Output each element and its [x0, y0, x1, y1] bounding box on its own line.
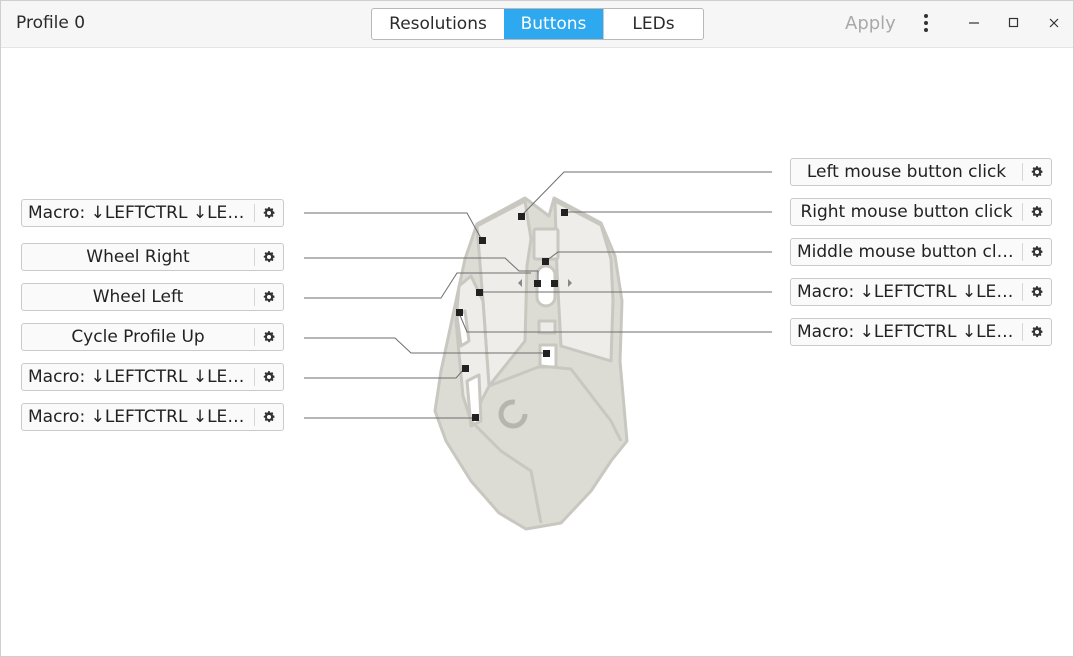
- button-mapping-left-1: Macro: ↓LEFTCTRL ↓LEFTALT: [21, 199, 284, 227]
- button-mapping-right-1: Left mouse button click: [790, 158, 1052, 186]
- button-mapping-left-2: Wheel Right: [21, 243, 284, 271]
- button-mapping-right-4: Macro: ↓LEFTCTRL ↓LEFTALT: [790, 278, 1052, 306]
- button-mapping-right-2: Right mouse button click: [790, 198, 1052, 226]
- button-mapping-right-5: Macro: ↓LEFTCTRL ↓LEFTALT: [790, 318, 1052, 346]
- button-mapping-left-3: Wheel Left: [21, 283, 284, 311]
- mapping-label[interactable]: Macro: ↓LEFTCTRL ↓LEFTALT: [22, 404, 254, 430]
- gear-icon[interactable]: [254, 248, 283, 266]
- button-mapping-left-4: Cycle Profile Up: [21, 323, 284, 351]
- gear-icon[interactable]: [1022, 203, 1051, 221]
- mapping-label[interactable]: Middle mouse button click: [791, 239, 1022, 265]
- gear-icon[interactable]: [254, 328, 283, 346]
- mapping-label[interactable]: Macro: ↓LEFTCTRL ↓LEFTALT: [791, 319, 1022, 345]
- mapping-label[interactable]: Cycle Profile Up: [22, 324, 254, 350]
- mapping-label[interactable]: Macro: ↓LEFTCTRL ↓LEFTALT: [22, 200, 254, 226]
- gear-icon[interactable]: [254, 368, 283, 386]
- gear-icon[interactable]: [1022, 323, 1051, 341]
- gear-icon[interactable]: [1022, 283, 1051, 301]
- gear-icon[interactable]: [1022, 243, 1051, 261]
- mapping-label[interactable]: Macro: ↓LEFTCTRL ↓LEFTALT: [22, 364, 254, 390]
- mouse-illustration: [433, 196, 629, 531]
- gear-icon[interactable]: [254, 288, 283, 306]
- app-window: Profile 0 Resolutions Buttons LEDs Apply: [0, 0, 1074, 657]
- gear-icon[interactable]: [254, 204, 283, 222]
- mapping-label[interactable]: Wheel Right: [22, 244, 254, 270]
- mapping-label[interactable]: Left mouse button click: [791, 159, 1022, 185]
- button-mapping-right-3: Middle mouse button click: [790, 238, 1052, 266]
- button-mapping-left-6: Macro: ↓LEFTCTRL ↓LEFTALT: [21, 403, 284, 431]
- mapping-label[interactable]: Right mouse button click: [791, 199, 1022, 225]
- gear-icon[interactable]: [254, 408, 283, 426]
- button-mapping-left-5: Macro: ↓LEFTCTRL ↓LEFTALT: [21, 363, 284, 391]
- mapping-label[interactable]: Macro: ↓LEFTCTRL ↓LEFTALT: [791, 279, 1022, 305]
- gear-icon[interactable]: [1022, 163, 1051, 181]
- mapping-label[interactable]: Wheel Left: [22, 284, 254, 310]
